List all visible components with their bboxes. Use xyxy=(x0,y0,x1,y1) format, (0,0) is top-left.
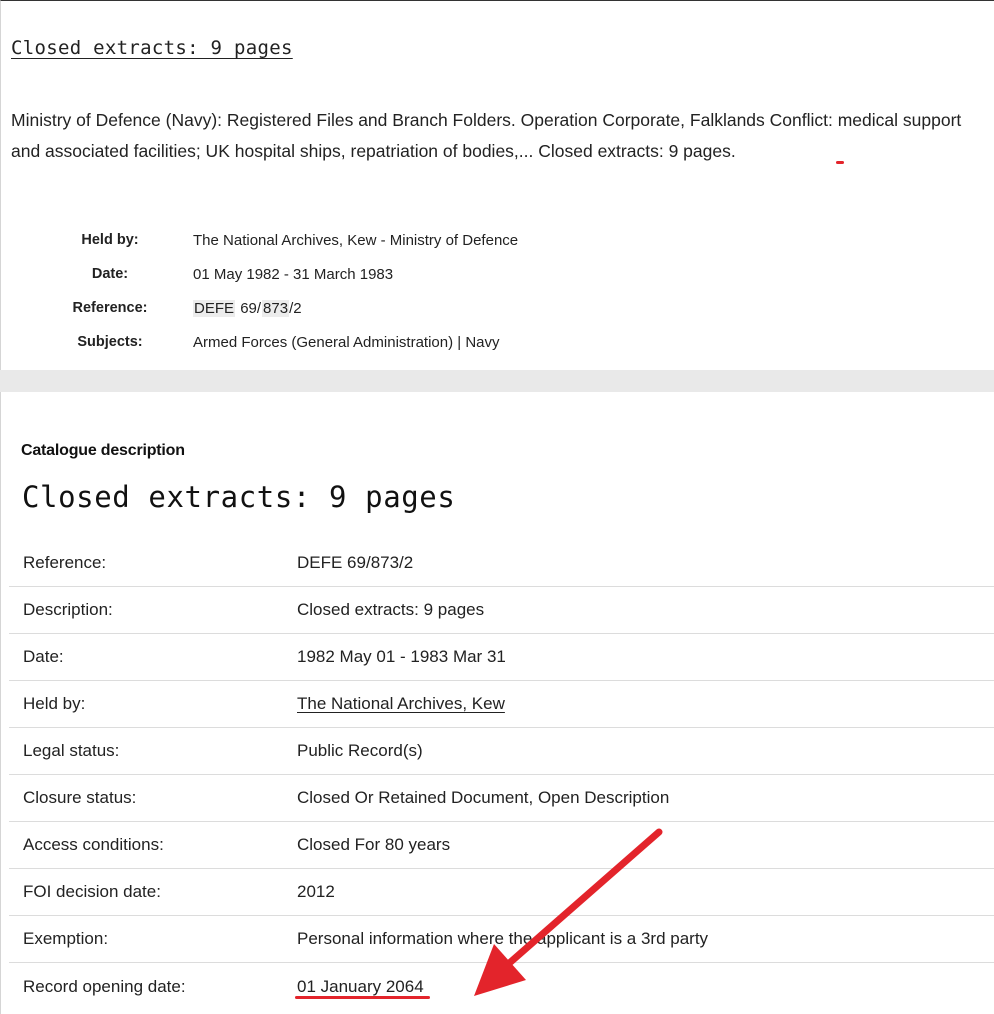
meta-row-reference: Reference: DEFE 69/873/2 xyxy=(37,291,518,325)
meta-label: Date: xyxy=(91,266,129,282)
details-value: Closed extracts: 9 pages xyxy=(297,600,485,619)
details-label: Held by: xyxy=(23,694,86,713)
details-row-closure-status: Closure status: Closed Or Retained Docum… xyxy=(9,775,994,822)
details-row-exemption: Exemption: Personal information where th… xyxy=(9,916,994,963)
details-row-reference: Reference: DEFE 69/873/2 xyxy=(9,540,994,587)
details-label: Reference: xyxy=(23,553,107,572)
details-label: Legal status: xyxy=(23,741,120,760)
details-value: Closed Or Retained Document, Open Descri… xyxy=(297,788,670,807)
reference-segment: /2 xyxy=(289,299,302,317)
result-title-link[interactable]: Closed extracts: 9 pages xyxy=(11,37,293,59)
meta-row-held-by: Held by: The National Archives, Kew - Mi… xyxy=(37,223,518,257)
meta-label: Reference: xyxy=(72,300,148,316)
record-opening-date-highlight: 01 January 2064 xyxy=(297,976,424,996)
details-row-held-by: Held by: The National Archives, Kew xyxy=(9,681,994,728)
details-value: DEFE 69/873/2 xyxy=(297,553,414,572)
search-result-card: Closed extracts: 9 pages Ministry of Def… xyxy=(0,0,994,370)
details-row-foi-decision-date: FOI decision date: 2012 xyxy=(9,869,994,916)
details-value: Public Record(s) xyxy=(297,741,423,760)
details-value: Personal information where the applicant… xyxy=(297,929,709,948)
details-row-description: Description: Closed extracts: 9 pages xyxy=(9,587,994,634)
details-label: Access conditions: xyxy=(23,835,164,854)
meta-value: 01 May 1982 - 31 March 1983 xyxy=(193,265,394,283)
meta-label: Held by: xyxy=(81,232,139,248)
result-summary: Ministry of Defence (Navy): Registered F… xyxy=(11,105,971,167)
result-metadata: Held by: The National Archives, Kew - Mi… xyxy=(37,223,519,359)
details-label: Description: xyxy=(23,600,113,619)
reference-segment: 69/ xyxy=(240,299,262,317)
meta-label: Subjects: xyxy=(77,334,143,350)
details-row-date: Date: 1982 May 01 - 1983 Mar 31 xyxy=(9,634,994,681)
details-row-access-conditions: Access conditions: Closed For 80 years xyxy=(9,822,994,869)
catalogue-description-card: Catalogue description Closed extracts: 9… xyxy=(0,392,994,1014)
meta-row-subjects: Subjects: Armed Forces (General Administ… xyxy=(37,325,518,359)
catalogue-title: Closed extracts: 9 pages xyxy=(22,480,456,514)
meta-value-reference: DEFE 69/873/2 xyxy=(183,299,302,317)
summary-text-end: , repatriation of bodies,... Closed extr… xyxy=(340,141,736,161)
details-label: Exemption: xyxy=(23,929,109,948)
reference-segment: 873 xyxy=(262,299,290,317)
meta-value: The National Archives, Kew - Ministry of… xyxy=(193,231,519,249)
details-label: Closure status: xyxy=(23,788,137,807)
details-row-record-opening-date: Record opening date: 01 January 2064 xyxy=(9,963,994,1010)
details-value: 1982 May 01 - 1983 Mar 31 xyxy=(297,647,506,666)
details-value: Closed For 80 years xyxy=(297,835,451,854)
details-value-cell: The National Archives, Kew xyxy=(297,694,994,714)
details-label: Date: xyxy=(23,647,64,666)
details-row-legal-status: Legal status: Public Record(s) xyxy=(9,728,994,775)
details-value-cell: 01 January 2064 xyxy=(297,977,994,997)
details-value: 2012 xyxy=(297,882,335,901)
summary-text-start: Ministry of Defence (Navy): Registered F… xyxy=(11,110,838,130)
details-label: Record opening date: xyxy=(23,976,186,996)
details-label: FOI decision date: xyxy=(23,882,161,901)
reference-segment: DEFE xyxy=(193,299,236,317)
meta-row-date: Date: 01 May 1982 - 31 March 1983 xyxy=(37,257,518,291)
held-by-link[interactable]: The National Archives, Kew xyxy=(297,694,505,713)
catalogue-heading: Catalogue description xyxy=(21,442,185,459)
meta-value: Armed Forces (General Administration) | … xyxy=(193,333,500,351)
details-table: Reference: DEFE 69/873/2 Description: Cl… xyxy=(9,540,994,1010)
